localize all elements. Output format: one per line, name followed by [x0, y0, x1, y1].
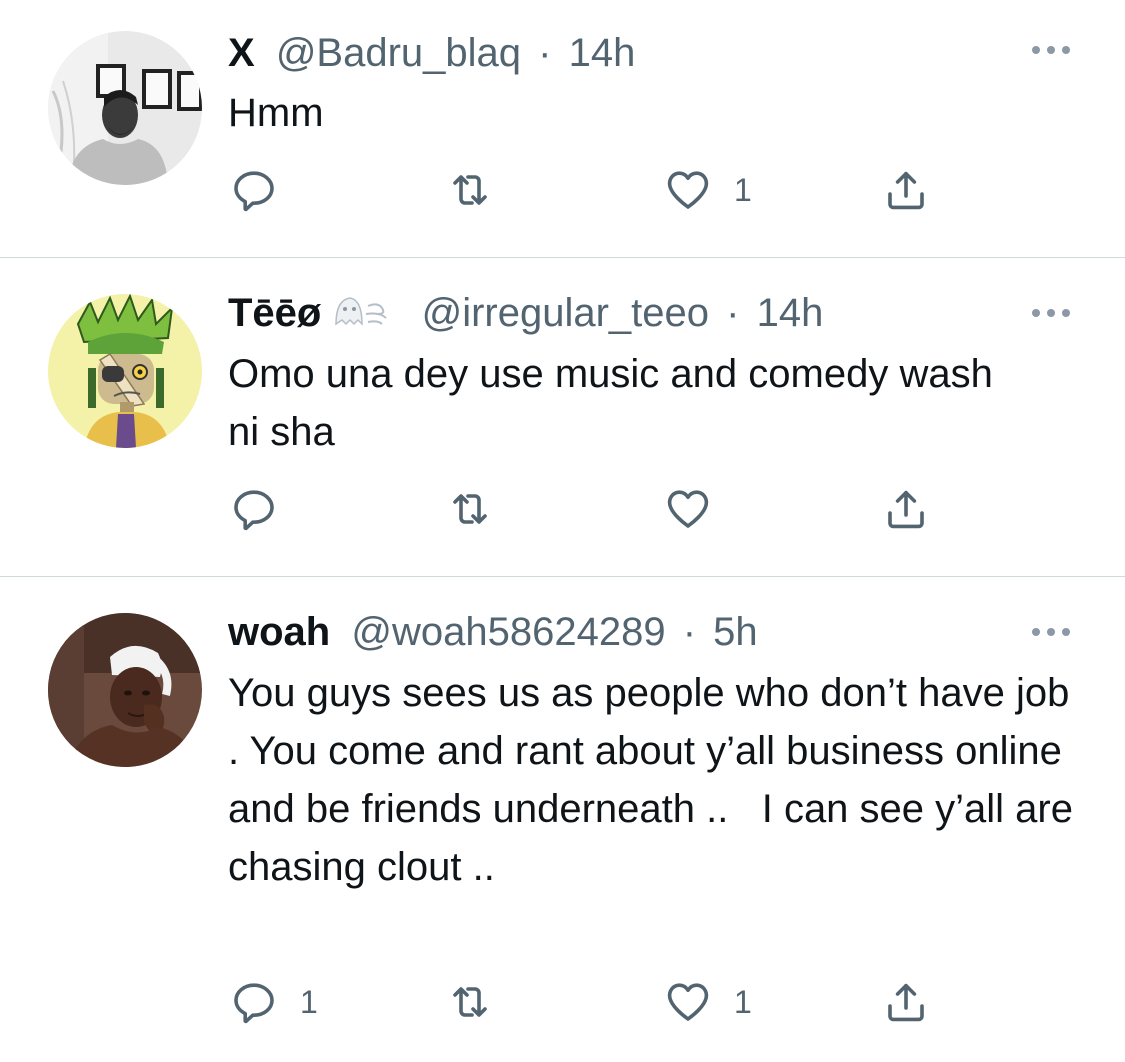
share-icon: [882, 166, 930, 214]
retweet-button[interactable]: [446, 484, 516, 534]
tweet-header: X @Badru_blaq · 14h: [228, 28, 635, 78]
like-count: 1: [734, 983, 752, 1020]
retweet-button[interactable]: [446, 165, 516, 215]
reply-count: 1: [300, 983, 318, 1020]
share-button[interactable]: [882, 484, 930, 534]
user-handle[interactable]: @irregular_teeo: [422, 291, 709, 335]
retweet-icon: [446, 166, 494, 214]
like-button[interactable]: 1: [664, 977, 752, 1027]
reply-button[interactable]: [230, 165, 300, 215]
timestamp[interactable]: 14h: [757, 291, 824, 335]
reply-icon: [230, 485, 278, 533]
tweet-actions: 1: [228, 165, 948, 215]
more-options-button[interactable]: [1029, 303, 1073, 323]
tweet-1[interactable]: X @Badru_blaq · 14h Hmm 1: [0, 0, 1125, 257]
avatar-icon[interactable]: [48, 294, 202, 448]
more-options-icon: [1029, 303, 1073, 323]
man-portrait-avatar-icon: [48, 31, 202, 185]
timestamp[interactable]: 14h: [569, 31, 636, 75]
tweet-actions: [228, 484, 948, 534]
more-options-button[interactable]: [1029, 622, 1073, 642]
share-icon: [882, 485, 930, 533]
user-handle[interactable]: @woah58624289: [351, 610, 665, 654]
tweet-actions: 1 1: [228, 977, 948, 1027]
display-name[interactable]: woah: [228, 610, 330, 654]
tweet-2[interactable]: Tēēø @irregular_teeo · 14h Omo una dey u…: [0, 258, 1125, 576]
avatar-icon[interactable]: [48, 31, 202, 185]
tweet-header: woah @woah58624289 · 5h: [228, 607, 758, 657]
tweet-text: You guys sees us as people who don’t hav…: [228, 671, 1085, 889]
ghost-and-wind-emoji-icon: [332, 292, 392, 328]
more-options-button[interactable]: [1029, 40, 1073, 60]
tweet-3[interactable]: woah @woah58624289 · 5h You guys sees us…: [0, 577, 1125, 1062]
heart-icon: [664, 485, 712, 533]
heart-icon: [664, 978, 712, 1026]
timestamp[interactable]: 5h: [713, 610, 758, 654]
retweet-icon: [446, 485, 494, 533]
reply-button[interactable]: 1: [230, 977, 318, 1027]
reply-icon: [230, 978, 278, 1026]
like-count: 1: [734, 171, 752, 208]
cartoon-character-avatar-icon: [48, 294, 202, 448]
reply-button[interactable]: [230, 484, 300, 534]
separator-dot: ·: [682, 610, 697, 654]
separator-dot: ·: [726, 291, 740, 335]
separator-dot: ·: [538, 31, 552, 75]
man-in-durag-avatar-icon: [48, 613, 202, 767]
reply-icon: [230, 166, 278, 214]
tweet-header: Tēēø @irregular_teeo · 14h: [228, 288, 823, 338]
heart-icon: [664, 166, 712, 214]
retweet-icon: [446, 978, 494, 1026]
display-name[interactable]: X: [228, 31, 255, 75]
user-handle[interactable]: @Badru_blaq: [276, 31, 521, 75]
share-icon: [882, 978, 930, 1026]
like-button[interactable]: 1: [664, 165, 752, 215]
share-button[interactable]: [882, 977, 930, 1027]
retweet-button[interactable]: [446, 977, 516, 1027]
tweet-text: Hmm: [228, 91, 324, 135]
avatar-icon[interactable]: [48, 613, 202, 767]
share-button[interactable]: [882, 165, 930, 215]
display-name[interactable]: Tēēø: [228, 291, 321, 335]
more-options-icon: [1029, 40, 1073, 60]
more-options-icon: [1029, 622, 1073, 642]
tweet-text: Omo una dey use music and comedy wash ni…: [228, 352, 993, 454]
like-button[interactable]: [664, 484, 734, 534]
